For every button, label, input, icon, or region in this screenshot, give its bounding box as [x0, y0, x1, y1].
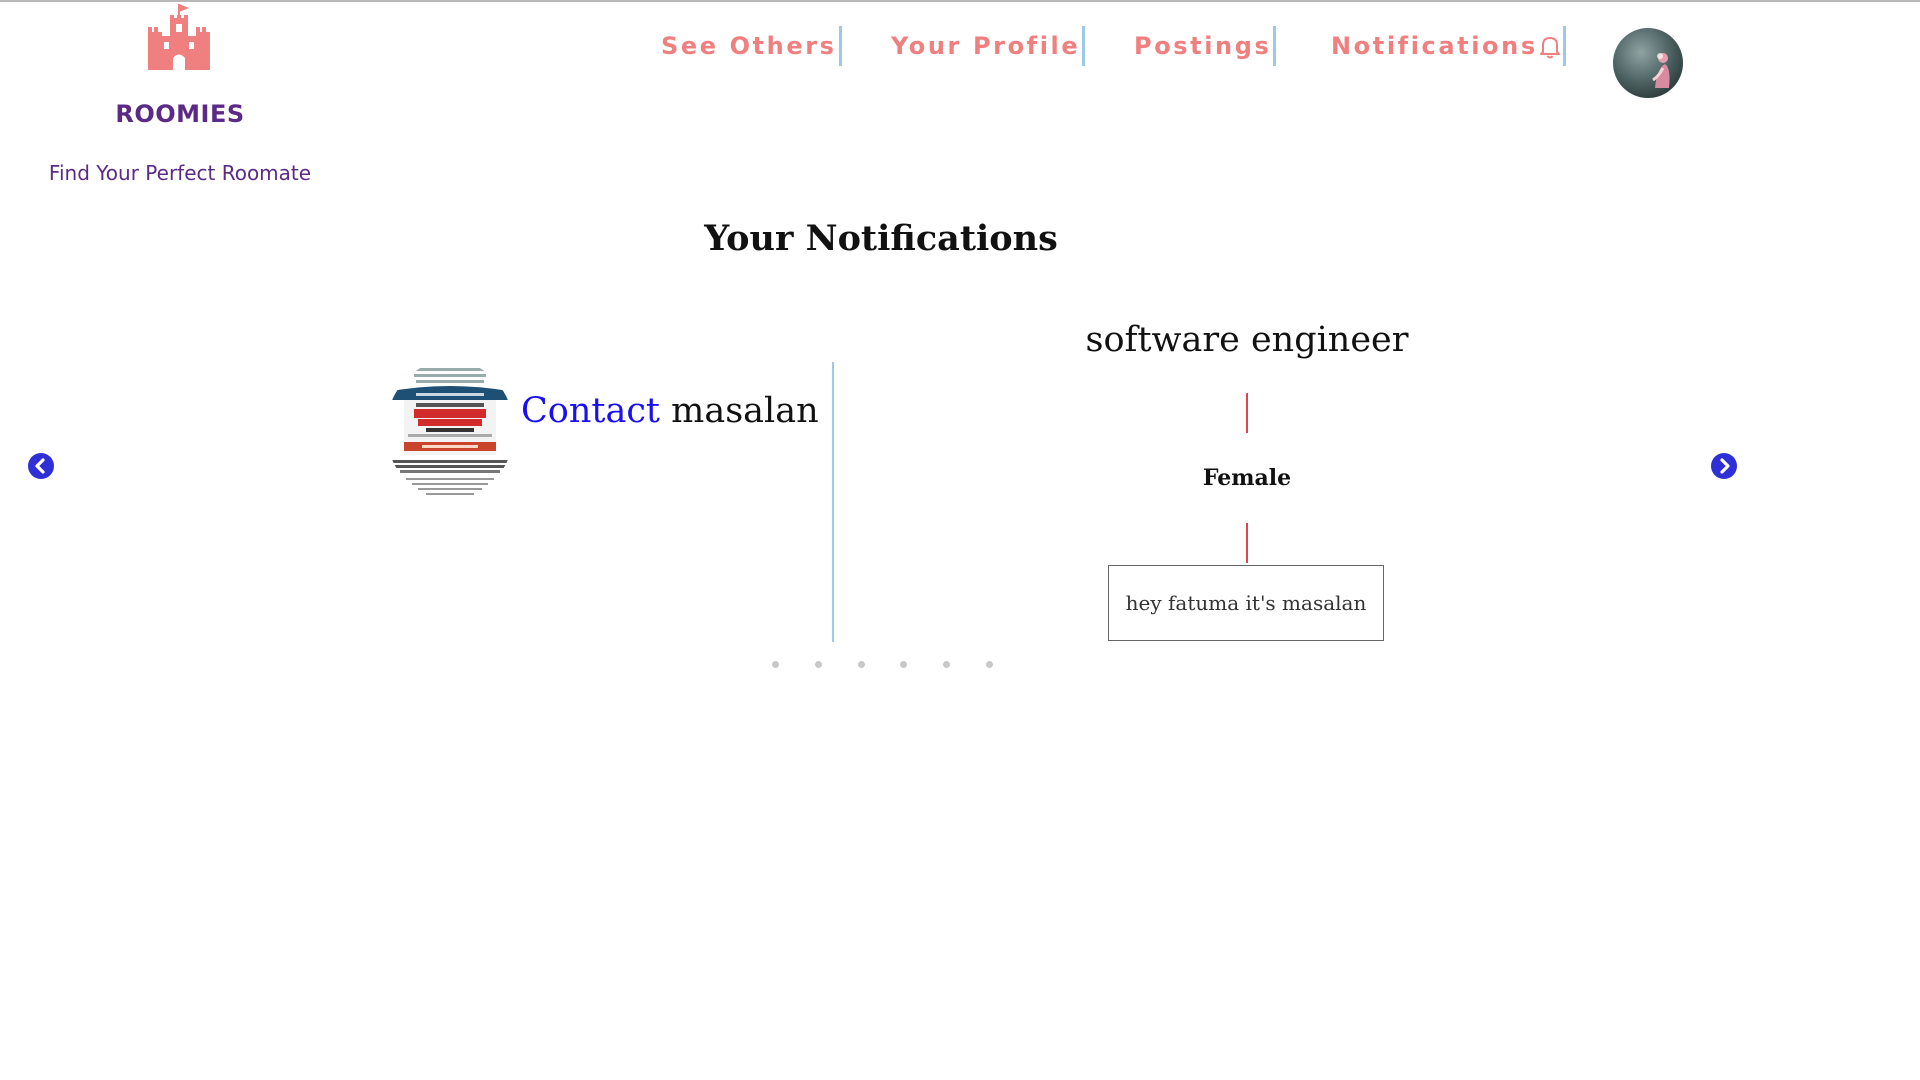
page-title: Your Notifications	[704, 218, 1058, 259]
nav-your-profile-label: Your Profile	[891, 32, 1081, 60]
top-border	[0, 0, 1920, 2]
carousel-next-button[interactable]	[1711, 453, 1737, 479]
gender-label: Female	[1202, 465, 1292, 491]
carousel-dot[interactable]	[986, 661, 993, 668]
brand-name: ROOMIES	[115, 100, 245, 128]
nav-notifications-label: Notifications	[1331, 32, 1538, 60]
carousel-dot[interactable]	[772, 661, 779, 668]
nav-see-others-label: See Others	[661, 32, 837, 60]
castle-icon[interactable]	[144, 2, 214, 72]
accent-line-bottom	[1246, 523, 1248, 563]
user-avatar[interactable]	[1613, 28, 1683, 98]
chevron-left-circle-icon	[28, 453, 54, 479]
nav-postings-label: Postings	[1134, 32, 1272, 60]
carousel-dot[interactable]	[900, 661, 907, 668]
nav-notifications[interactable]: Notifications	[1331, 26, 1566, 66]
nav-postings[interactable]: Postings	[1134, 26, 1277, 66]
message-text: hey fatuma it's masalan	[1108, 565, 1384, 641]
accent-line-top	[1246, 393, 1248, 433]
carousel-dot[interactable]	[858, 661, 865, 668]
contact-link[interactable]: Contact	[521, 391, 660, 431]
nav-your-profile[interactable]: Your Profile	[891, 26, 1086, 66]
carousel-dot[interactable]	[943, 661, 950, 668]
contact-name: masalan	[671, 391, 819, 431]
card-divider	[832, 362, 834, 642]
chevron-right-circle-icon	[1711, 453, 1737, 479]
notification-contact: Contact masalan	[521, 391, 819, 431]
nav-see-others[interactable]: See Others	[661, 26, 842, 66]
brand-tagline: Find Your Perfect Roomate	[48, 161, 312, 185]
bell-icon	[1539, 35, 1561, 59]
carousel-dot[interactable]	[815, 661, 822, 668]
carousel-prev-button[interactable]	[28, 453, 54, 479]
job-title: software engineer	[1085, 320, 1409, 360]
book-cover-thumbnail[interactable]	[386, 360, 514, 500]
